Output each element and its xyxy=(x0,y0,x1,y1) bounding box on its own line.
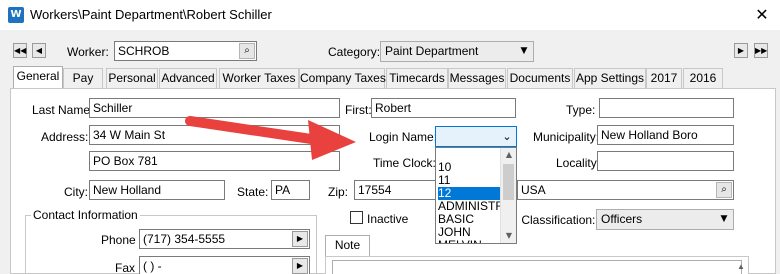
annotation-arrow-icon xyxy=(185,116,356,160)
annotation-arrow-head xyxy=(308,120,356,160)
annotation-arrow-shaft xyxy=(185,116,323,145)
